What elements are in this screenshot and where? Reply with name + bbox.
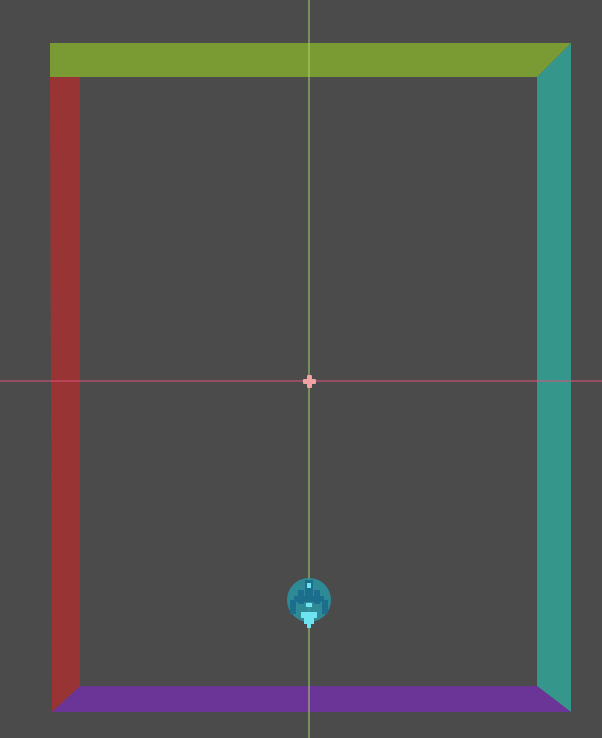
right-wall [537,43,571,712]
origin-crosshair-icon [303,375,316,388]
scene-canvas [0,0,602,738]
top-wall [50,43,571,77]
player-spaceship-icon[interactable] [287,578,331,628]
left-wall [50,77,80,712]
game-viewport[interactable] [0,0,602,738]
bottom-wall [52,686,571,712]
